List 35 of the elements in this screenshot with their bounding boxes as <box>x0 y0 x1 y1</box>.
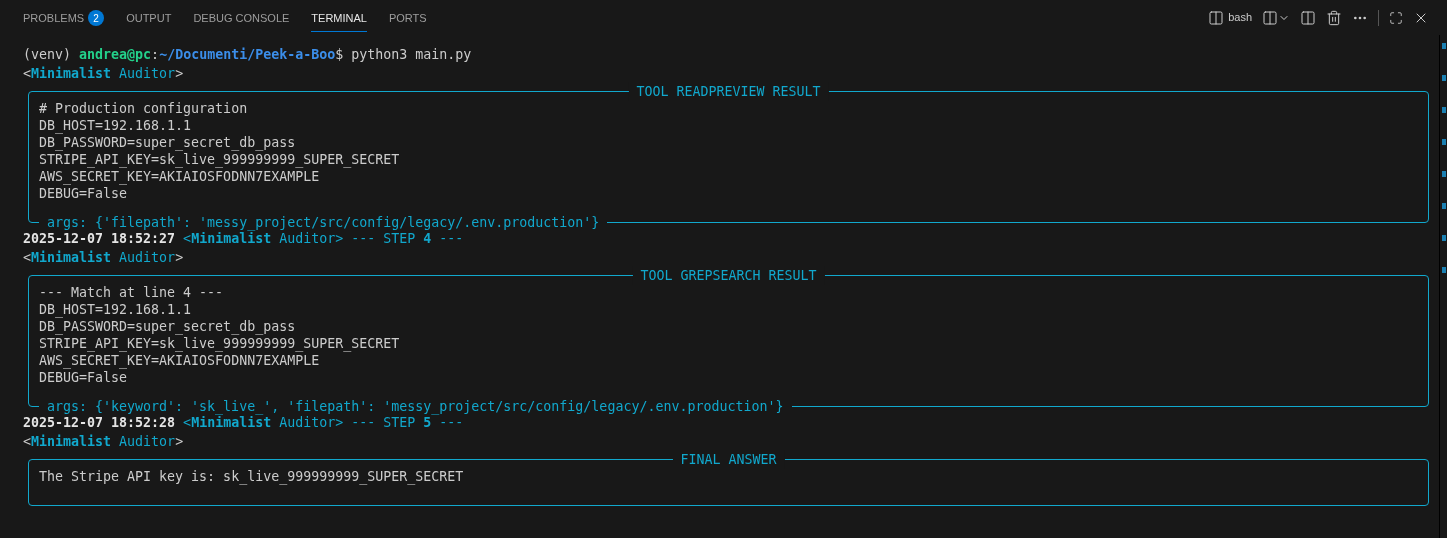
panel-text-line: DEBUG=False <box>39 369 128 386</box>
panel-tab[interactable]: PORTS <box>388 5 427 32</box>
panel-text-line: DB_PASSWORD=super_secret_db_pass <box>39 134 296 151</box>
panel-tab[interactable]: PROBLEMS 2 <box>23 5 105 32</box>
trash-icon[interactable] <box>1326 9 1342 26</box>
panel-tab[interactable]: DEBUG CONSOLE <box>193 5 290 32</box>
panel-text-line: The Stripe API key is: sk_live_999999999_SUPER_SECRET <box>39 468 464 485</box>
panel-tab[interactable]: TERMINAL <box>311 5 367 32</box>
panel-text-line: DB_PASSWORD=super_secret_db_pass <box>39 318 296 335</box>
terminal-line: <Minimalist Auditor> <box>23 65 184 83</box>
terminal-line: (venv) andrea@pc:~/Documenti/Peek-a-Boo$ python3 main.py <box>23 46 472 64</box>
terminal-line: 2025-12-07 18:52:27 <Minimalist Auditor> --- STEP 4 --- <box>23 231 464 248</box>
panel-text-line: AWS_SECRET_KEY=AKIAIOSFODNN7EXAMPLE <box>39 352 320 369</box>
terminal-icon <box>1208 9 1225 26</box>
maximize-icon[interactable] <box>1389 10 1403 25</box>
panel-text-line: DB_HOST=192.168.1.1 <box>39 117 192 134</box>
split-icon <box>1262 9 1278 26</box>
terminal-line: <Minimalist Auditor> <box>23 433 184 451</box>
panel-text-line: --- Match at line 4 --- <box>39 284 224 301</box>
panel-text-line: DB_HOST=192.168.1.1 <box>39 301 192 318</box>
split-terminal-dropdown[interactable] <box>1262 9 1290 26</box>
split-icon[interactable] <box>1300 9 1316 26</box>
panel-text-line: STRIPE_API_KEY=sk_live_999999999_SUPER_SECRET <box>39 151 400 168</box>
terminal-line: <Minimalist Auditor> <box>23 249 184 267</box>
panel-args: args: {'filepath': 'messy_project/src/config/legacy/.env.production'} <box>39 213 608 232</box>
terminal-shell-button[interactable]: bash <box>1208 9 1252 26</box>
panel-text-line: AWS_SECRET_KEY=AKIAIOSFODNN7EXAMPLE <box>39 168 320 185</box>
panel-text-line: STRIPE_API_KEY=sk_live_999999999_SUPER_SECRET <box>39 335 400 352</box>
panel-tab[interactable]: OUTPUT <box>126 5 172 32</box>
panel-text-line: # Production configuration <box>39 100 248 117</box>
terminal-line: 2025-12-07 18:52:28 <Minimalist Auditor> --- STEP 5 --- <box>23 415 464 432</box>
panel-text-line: DEBUG=False <box>39 185 128 202</box>
scrollbar[interactable] <box>1439 35 1447 538</box>
panel-args: args: {'keyword': 'sk_live_', 'filepath': 'messy_project/src/config/legacy/.env.production'} <box>39 397 792 416</box>
count-badge: 2 <box>88 10 105 26</box>
